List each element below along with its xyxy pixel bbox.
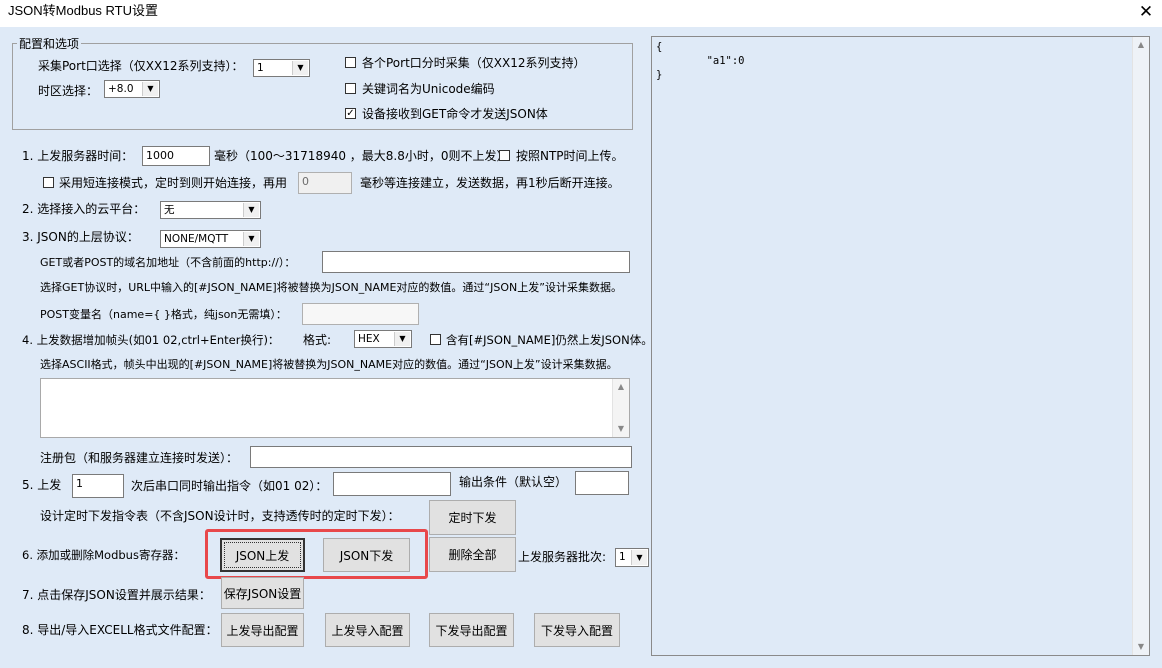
port-select-value: 1 (257, 62, 264, 74)
scroll-up-icon[interactable]: ▲ (1133, 37, 1149, 53)
cloud-platform-label: 2. 选择接入的云平台： (22, 202, 146, 216)
post-var-label: POST变量名（name={ }格式，纯json无需填）： (40, 308, 287, 321)
port-split-label: 各个Port口分时采集（仅XX12系列支持） (362, 56, 586, 70)
format-select[interactable]: HEX ▼ (354, 330, 412, 348)
download-import-button[interactable]: 下发导入配置 (534, 613, 620, 647)
json-preview-scrollbar[interactable]: ▲ ▼ (1132, 37, 1149, 655)
json-preview-text: { "a1":0 } (656, 41, 745, 81)
chevron-down-icon: ▼ (142, 82, 158, 96)
chevron-down-icon: ▼ (243, 203, 259, 217)
json-preview-panel[interactable]: { "a1":0 } ▲ ▼ (651, 36, 1150, 656)
timezone-label: 时区选择： (38, 84, 99, 98)
output-condition-label: 输出条件（默认空） (459, 475, 568, 489)
short-conn-label: 采用短连接模式，定时到则开始连接，再用 (59, 176, 288, 190)
serial-output-label: 5. 上发 (22, 478, 62, 492)
register-packet-label: 注册包（和服务器建立连接时发送）： (40, 451, 239, 465)
save-json-button[interactable]: 保存JSON设置 (221, 577, 304, 609)
upload-time-hint: 毫秒（100～31718940 ，最大8.8小时，0则不上发） (214, 149, 509, 163)
serial-output-count-input[interactable]: 1 (72, 474, 124, 498)
protocol-label: 3. JSON的上层协议： (22, 230, 139, 244)
json-download-button[interactable]: JSON下发 (323, 538, 410, 572)
window-title: JSON转Modbus RTU设置 (8, 3, 159, 18)
close-icon[interactable]: ✕ (1138, 4, 1154, 21)
serial-output-mid-label: 次后串口同时输出指令（如01 02）： (131, 479, 328, 493)
checkmark-icon: ✓ (346, 108, 355, 119)
ntp-label: 按照NTP时间上传。 (516, 149, 624, 163)
port-select[interactable]: 1 ▼ (253, 59, 310, 77)
domain-input[interactable] (322, 251, 630, 273)
post-var-input[interactable] (302, 303, 419, 325)
chevron-down-icon: ▼ (394, 332, 410, 346)
format-value: HEX (358, 333, 380, 345)
delete-all-button[interactable]: 删除全部 (429, 537, 516, 572)
cloud-platform-value: 无 (164, 204, 175, 216)
batch-label: 上发服务器批次: (518, 550, 607, 564)
get-cmd-label: 设备接收到GET命令才发送JSON体 (362, 107, 548, 121)
ntp-checkbox[interactable] (499, 150, 510, 161)
unicode-label: 关键词名为Unicode编码 (362, 82, 495, 96)
batch-value: 1 (619, 551, 626, 563)
scroll-down-icon[interactable]: ▼ (613, 421, 629, 437)
get-cmd-checkbox[interactable]: ✓ (345, 108, 356, 119)
batch-select[interactable]: 1 ▼ (615, 548, 649, 567)
chevron-down-icon: ▼ (631, 550, 647, 565)
port-split-checkbox[interactable] (345, 57, 356, 68)
upload-time-label: 1. 上发服务器时间： (22, 149, 134, 163)
short-conn-hint: 毫秒等连接建立，发送数据，再1秒后断开连接。 (360, 176, 620, 190)
options-group-title: 配置和选项 (17, 36, 82, 52)
json-upload-button[interactable]: JSON上发 (220, 538, 305, 572)
short-conn-checkbox[interactable] (43, 177, 54, 188)
get-note: 选择GET协议时，URL中输入的[#JSON_NAME]将被替换为JSON_NA… (40, 281, 622, 294)
save-json-label: 7. 点击保存JSON设置并展示结果： (22, 588, 211, 602)
textarea-scrollbar[interactable]: ▲ ▼ (612, 379, 629, 437)
port-label: 采集Port口选择（仅XX12系列支持）： (38, 59, 244, 73)
chevron-down-icon: ▼ (292, 61, 308, 75)
unicode-checkbox[interactable] (345, 83, 356, 94)
serial-cmd-input[interactable] (333, 472, 451, 496)
ascii-note: 选择ASCII格式，帧头中出现的[#JSON_NAME]将被替换为JSON_NA… (40, 358, 618, 371)
include-json-checkbox[interactable] (430, 334, 441, 345)
scroll-up-icon[interactable]: ▲ (613, 379, 629, 395)
timezone-select[interactable]: +8.0 ▼ (104, 80, 160, 98)
download-export-button[interactable]: 下发导出配置 (429, 613, 514, 647)
timezone-select-value: +8.0 (108, 83, 134, 95)
upload-export-button[interactable]: 上发导出配置 (221, 613, 304, 647)
modbus-register-label: 6. 添加或删除Modbus寄存器： (22, 548, 185, 562)
excel-config-label: 8. 导出/导入EXCELL格式文件配置： (22, 623, 218, 637)
scroll-down-icon[interactable]: ▼ (1133, 639, 1149, 655)
chevron-down-icon: ▼ (243, 232, 259, 246)
cloud-platform-select[interactable]: 无 ▼ (160, 201, 261, 219)
short-conn-input[interactable]: 0 (298, 172, 352, 194)
register-packet-input[interactable] (250, 446, 632, 468)
frame-header-textarea[interactable]: ▲ ▼ (40, 378, 630, 438)
domain-label: GET或者POST的域名加地址（不含前面的http://）： (40, 256, 296, 269)
include-json-label: 含有[#JSON_NAME]仍然上发JSON体。 (446, 333, 653, 347)
protocol-select[interactable]: NONE/MQTT ▼ (160, 230, 261, 248)
timer-send-label: 设计定时下发指令表（不含JSON设计时，支持透传时的定时下发）： (40, 509, 400, 523)
upload-time-input[interactable]: 1000 (142, 146, 210, 166)
format-label: 格式: (303, 333, 332, 347)
timer-send-button[interactable]: 定时下发 (429, 500, 516, 535)
output-condition-input[interactable] (575, 471, 629, 495)
protocol-value: NONE/MQTT (164, 233, 229, 245)
upload-import-button[interactable]: 上发导入配置 (325, 613, 410, 647)
frame-header-label: 4. 上发数据增加帧头(如01 02,ctrl+Enter换行)： (22, 333, 280, 347)
